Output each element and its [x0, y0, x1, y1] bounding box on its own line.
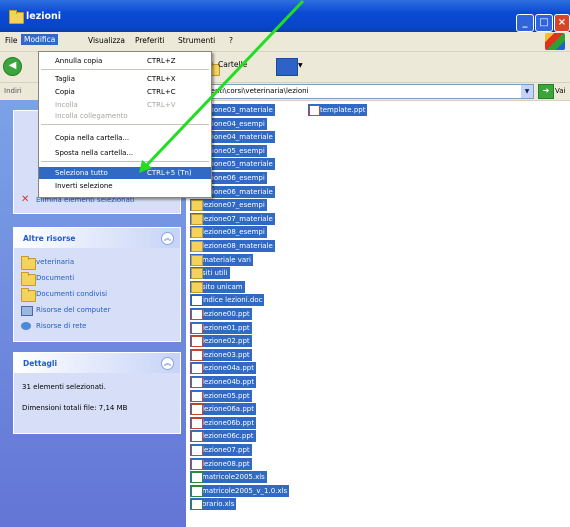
pointer-arrow [139, 0, 305, 173]
arrow-line [142, 0, 305, 170]
